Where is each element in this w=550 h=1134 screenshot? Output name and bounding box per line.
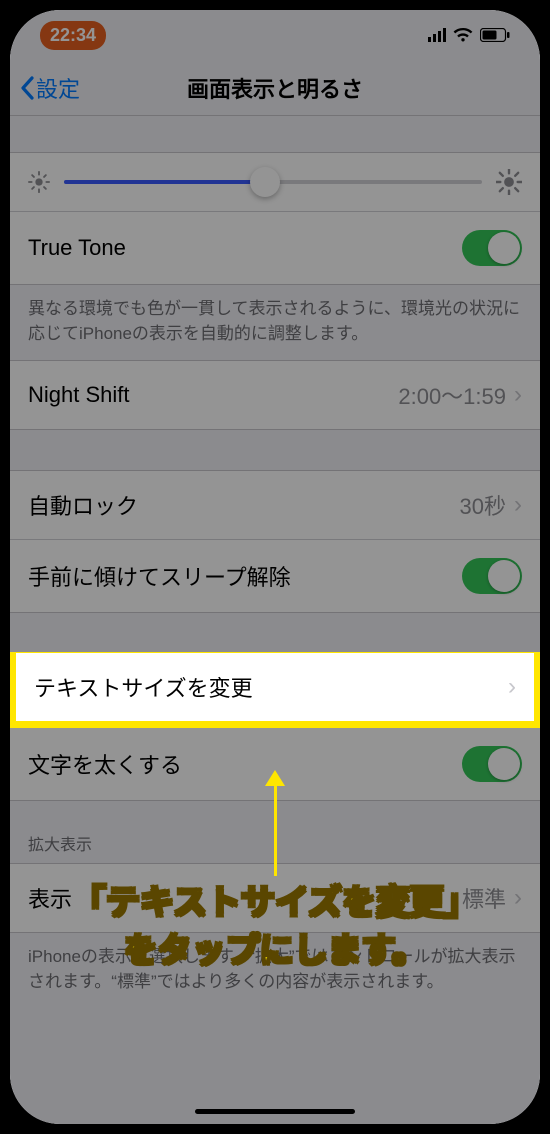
textsize-label: テキストサイズを変更 [34, 671, 253, 703]
bold-row: 文字を太くする [10, 727, 540, 800]
zoom-value: 標準 [462, 882, 506, 914]
truetone-desc: 異なる環境でも色が一貫して表示されるように、環境光の状況に応じてiPhoneの表… [10, 285, 540, 360]
battery-icon [480, 28, 510, 42]
raise-switch[interactable] [462, 558, 522, 594]
brightness-high-icon [496, 169, 522, 195]
zoom-desc: iPhoneの表示を選択します。“拡大”ではコントロールが拡大表示されます。“標… [10, 933, 540, 1008]
brightness-row [10, 153, 540, 211]
zoom-header: 拡大表示 [10, 801, 540, 863]
autolock-value: 30秒 [460, 489, 506, 521]
truetone-label: True Tone [28, 235, 126, 261]
nightshift-row[interactable]: Night Shift 2:00〜1:59 › [10, 361, 540, 429]
wifi-icon [453, 28, 473, 43]
status-bar: 22:34 [10, 10, 540, 60]
chevron-right-icon: › [514, 491, 522, 519]
zoom-row[interactable]: 表示 標準 › [10, 864, 540, 932]
status-time: 22:34 [40, 21, 106, 50]
cellular-icon [428, 28, 446, 42]
bold-switch[interactable] [462, 746, 522, 782]
chevron-right-icon: › [514, 381, 522, 409]
raise-row: 手前に傾けてスリープ解除 [10, 539, 540, 612]
page-title: 画面表示と明るさ [187, 72, 363, 104]
brightness-low-icon [28, 171, 50, 193]
brightness-slider[interactable] [64, 180, 482, 184]
chevron-right-icon: › [508, 673, 516, 701]
back-label: 設定 [36, 72, 80, 104]
nightshift-label: Night Shift [28, 382, 130, 408]
back-button[interactable]: 設定 [20, 72, 80, 104]
autolock-row[interactable]: 自動ロック 30秒 › [10, 471, 540, 539]
zoom-label: 表示 [28, 882, 72, 914]
autolock-label: 自動ロック [28, 489, 138, 521]
truetone-row: True Tone [10, 211, 540, 284]
chevron-left-icon [20, 76, 34, 100]
textsize-row[interactable]: テキストサイズを変更 › [10, 653, 540, 727]
screen: 22:34 設定 画面表示と明るさ [10, 10, 540, 1124]
truetone-switch[interactable] [462, 230, 522, 266]
raise-label: 手前に傾けてスリープ解除 [28, 560, 291, 592]
chevron-right-icon: › [514, 884, 522, 912]
bold-label: 文字を太くする [28, 748, 182, 780]
home-indicator[interactable] [195, 1109, 355, 1114]
nav-bar: 設定 画面表示と明るさ [10, 60, 540, 116]
nightshift-value: 2:00〜1:59 [398, 379, 506, 411]
